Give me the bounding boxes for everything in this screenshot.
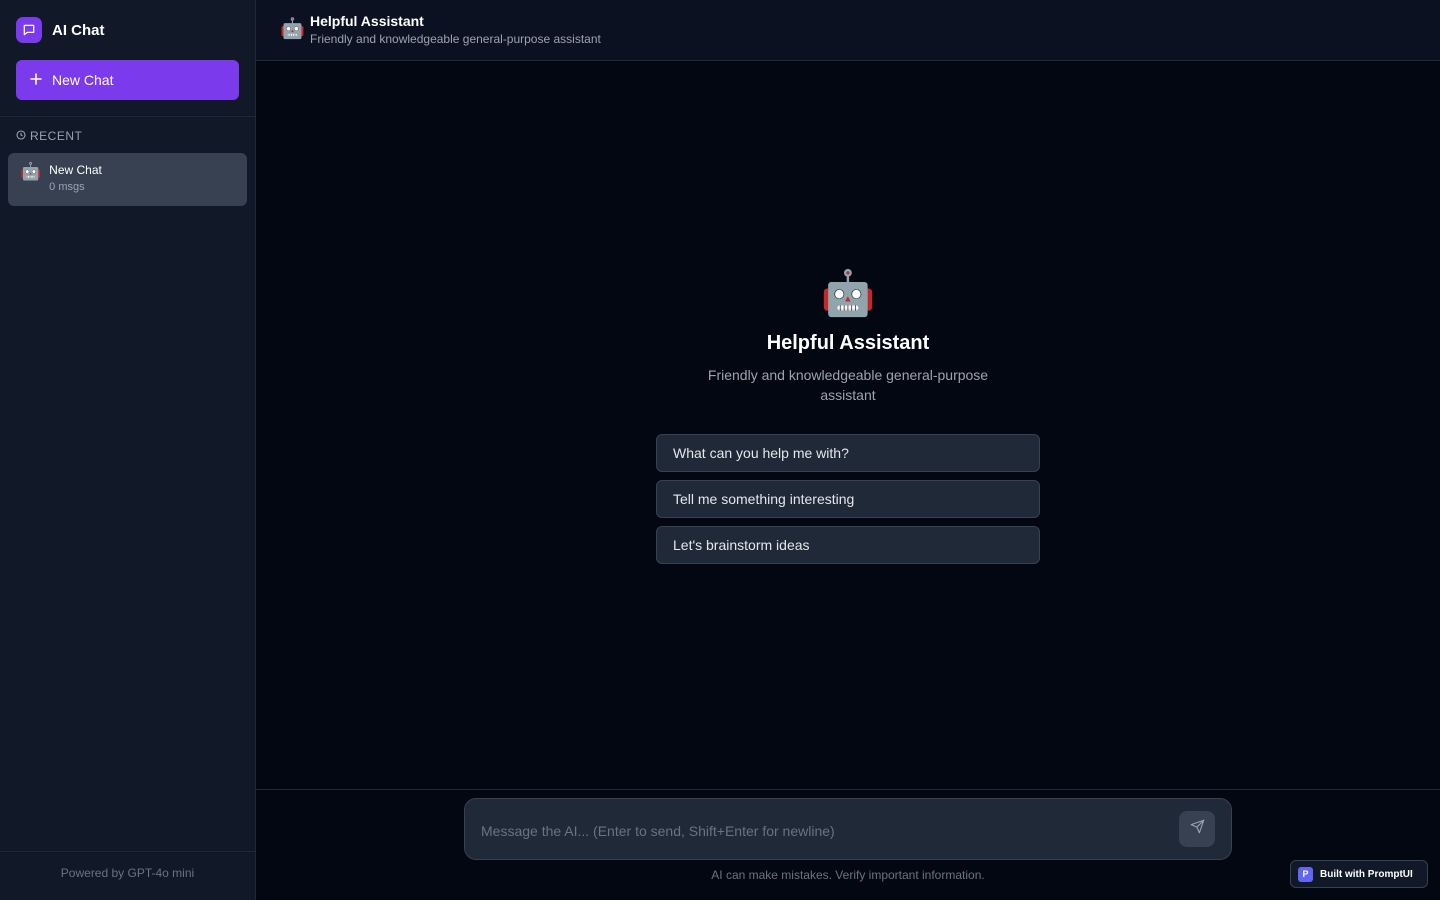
recent-section-label: RECENT bbox=[16, 129, 82, 143]
new-chat-button[interactable]: New Chat bbox=[16, 60, 239, 100]
sidebar-footer: Powered by GPT-4o mini bbox=[60, 866, 195, 880]
message-input[interactable] bbox=[481, 823, 1161, 847]
built-with-text: Built with PromptUI bbox=[1320, 868, 1413, 880]
chat-item-text: New Chat 0 msgs bbox=[49, 162, 102, 196]
suggestion-button[interactable]: Let's brainstorm ideas bbox=[656, 526, 1040, 564]
disclaimer-text: AI can make mistakes. Verify important i… bbox=[711, 868, 985, 882]
composer-divider bbox=[256, 789, 1440, 790]
sidebar-chat-item[interactable]: 🤖 New Chat 0 msgs bbox=[8, 153, 247, 206]
brand-title: AI Chat bbox=[52, 21, 105, 39]
welcome-description: Friendly and knowledgeable general-purpo… bbox=[707, 367, 989, 403]
welcome-title: Helpful Assistant bbox=[766, 332, 930, 354]
clock-icon bbox=[16, 129, 26, 143]
sidebar-footer-divider bbox=[0, 851, 255, 852]
recent-label-text: RECENT bbox=[30, 129, 83, 143]
suggestion-button[interactable]: Tell me something interesting bbox=[656, 480, 1040, 518]
plus-icon bbox=[30, 72, 42, 88]
assistant-subtitle: Friendly and knowledgeable general-purpo… bbox=[310, 32, 601, 46]
welcome-panel: 🤖 Helpful Assistant Friendly and knowled… bbox=[656, 266, 1040, 405]
robot-icon: 🤖 bbox=[820, 269, 876, 318]
suggestion-button[interactable]: What can you help me with? bbox=[656, 434, 1040, 472]
message-composer bbox=[464, 798, 1232, 860]
robot-icon: 🤖 bbox=[20, 162, 42, 181]
chat-header: 🤖 Helpful Assistant Friendly and knowled… bbox=[256, 0, 1440, 61]
chat-item-message-count: 0 msgs bbox=[49, 181, 85, 193]
sidebar: AI Chat New Chat RECENT 🤖 New Chat 0 msg… bbox=[0, 0, 256, 900]
chat-bubble-icon bbox=[16, 17, 42, 43]
new-chat-label: New Chat bbox=[52, 72, 114, 88]
brand: AI Chat bbox=[16, 17, 105, 43]
robot-icon: 🤖 bbox=[280, 18, 305, 40]
send-icon bbox=[1190, 819, 1205, 839]
chat-item-title: New Chat bbox=[49, 163, 102, 177]
promptui-logo-icon: P bbox=[1298, 866, 1313, 882]
send-button[interactable] bbox=[1179, 811, 1215, 847]
built-with-badge[interactable]: P Built with PromptUI bbox=[1290, 860, 1428, 888]
sidebar-divider bbox=[0, 116, 255, 117]
assistant-title: Helpful Assistant bbox=[310, 13, 424, 29]
